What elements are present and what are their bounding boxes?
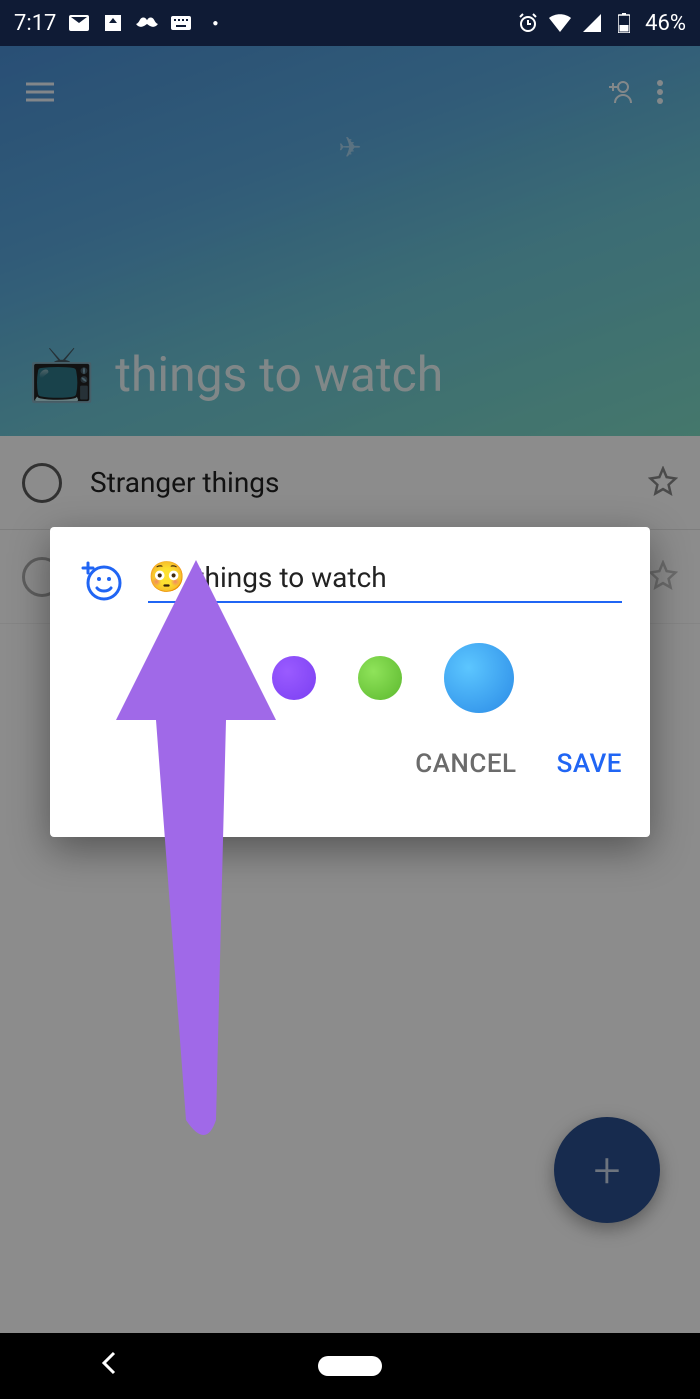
- mail-icon: [68, 12, 90, 34]
- status-time: 7:17: [14, 11, 56, 36]
- inbox-icon: [102, 12, 124, 34]
- back-button[interactable]: [100, 1349, 118, 1384]
- edit-list-dialog: 😳 things to watch CANCEL SAVE: [50, 527, 650, 837]
- keyboard-icon: [170, 12, 192, 34]
- color-picker: [78, 643, 622, 713]
- save-button[interactable]: SAVE: [557, 749, 622, 779]
- wifi-icon: [549, 12, 571, 34]
- color-option[interactable]: [186, 656, 230, 700]
- color-option[interactable]: [272, 656, 316, 700]
- color-option-selected[interactable]: [444, 643, 514, 713]
- home-button[interactable]: [318, 1356, 382, 1376]
- input-text: things to watch: [195, 561, 386, 594]
- battery-icon: [613, 12, 635, 34]
- status-battery: 46%: [645, 11, 686, 36]
- list-name-input[interactable]: 😳 things to watch: [148, 560, 622, 603]
- android-nav-bar: [0, 1333, 700, 1399]
- color-option[interactable]: [358, 656, 402, 700]
- alarm-icon: [517, 12, 539, 34]
- status-bar: 7:17 ● 46%: [0, 0, 700, 46]
- input-emoji: 😳: [148, 560, 185, 595]
- add-emoji-button[interactable]: [78, 557, 126, 605]
- dot-icon: ●: [204, 12, 226, 34]
- signal-icon: [581, 12, 603, 34]
- cancel-button[interactable]: CANCEL: [415, 749, 516, 779]
- mustache-icon: [136, 12, 158, 34]
